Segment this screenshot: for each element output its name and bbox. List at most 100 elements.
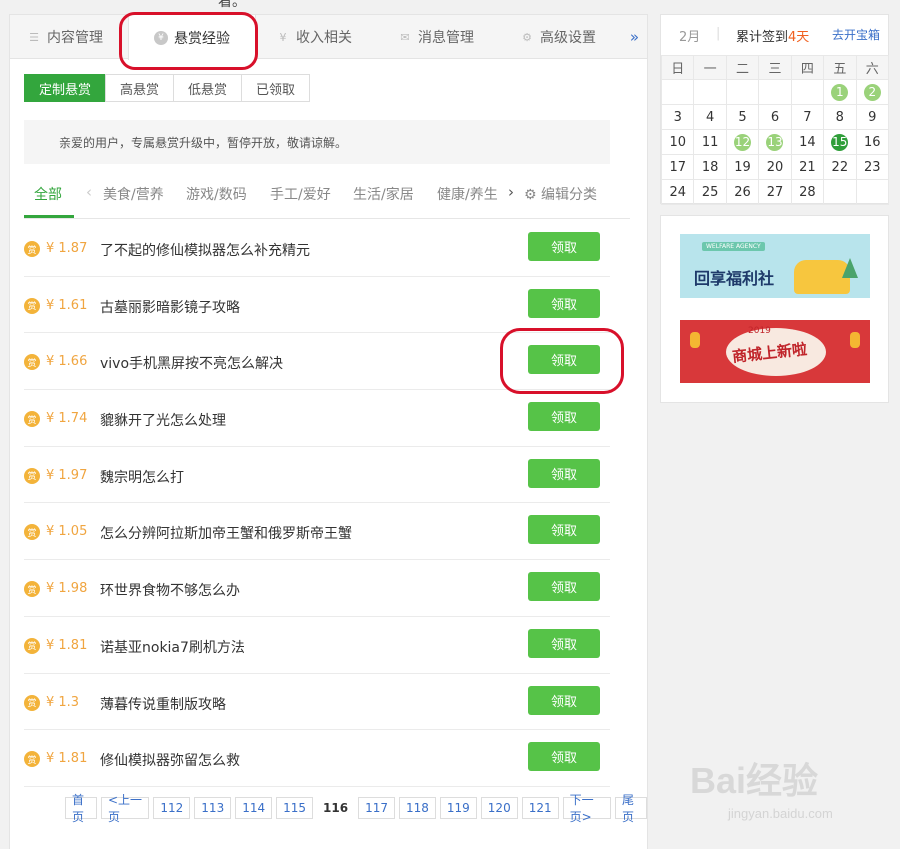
calendar-day: 11 [693, 129, 727, 155]
category-edit[interactable]: ⚙ 编辑分类 [524, 184, 597, 204]
calendar-signed-marker: 13 [766, 133, 784, 151]
category-prev-arrow[interactable]: ‹ [86, 183, 92, 201]
calendar-empty-cell [660, 79, 695, 105]
sign-in-calendar: 2月 | 累计签到4天 去开宝箱 日一二三四五六 1 2 3 4 5 6 7 8 9 10 11 12 1… [660, 14, 890, 205]
list-item: 赏 ¥ 1.05 怎么分辨阿拉斯加帝王蟹和俄罗斯帝王蟹 领取 [24, 503, 610, 561]
page-number[interactable]: 114 [235, 797, 273, 819]
page-number[interactable]: 119 [439, 797, 477, 819]
pagination: 首页 <上一页 112 113 114 115 116 117 118 119 … [65, 793, 647, 824]
question-title[interactable]: 修仙模拟器弥留怎么救 [100, 750, 240, 770]
calendar-day: 17 [660, 154, 695, 180]
claim-button[interactable]: 领取 [528, 402, 600, 432]
calendar-day: 28 [790, 179, 825, 205]
list-item: 赏 ¥ 1.3 薄暮传说重制版攻略 领取 [24, 674, 610, 731]
category-food[interactable]: 美食/营养 [103, 184, 164, 204]
ad-banner-mall[interactable]: 2019 商城上新啦 [680, 320, 870, 383]
tree-icon [842, 258, 858, 278]
calendar-header: 2月 | 累计签到4天 去开宝箱 [661, 15, 888, 52]
question-title[interactable]: 薄暮传说重制版攻略 [100, 694, 226, 714]
question-title[interactable]: 怎么分辨阿拉斯加帝王蟹和俄罗斯帝王蟹 [100, 523, 352, 543]
calendar-day: 1 [823, 79, 857, 105]
tab-income[interactable]: ¥ 收入相关 [276, 15, 353, 59]
calendar-week-row: 24 25 26 27 28 [660, 179, 890, 205]
reward-coin-icon: 赏 [24, 241, 40, 257]
category-home[interactable]: 生活/家居 [353, 184, 414, 204]
list-item: 赏 ¥ 1.97 魏宗明怎么打 领取 [24, 447, 610, 504]
page-number[interactable]: 121 [521, 797, 559, 819]
reward-price: ¥ 1.74 [46, 411, 88, 427]
claim-button[interactable]: 领取 [528, 515, 600, 545]
calendar-weekday: 一 [693, 55, 727, 80]
question-title[interactable]: vivo手机黑屏按不亮怎么解决 [100, 353, 283, 373]
page-last[interactable]: 尾页 [615, 793, 647, 824]
question-title[interactable]: 貔貅开了光怎么处理 [100, 410, 226, 430]
reward-coin-icon: 赏 [24, 581, 40, 598]
tab-content-management[interactable]: ☰ 内容管理 [27, 15, 103, 59]
ad-banner-welfare[interactable]: WELFARE AGENCY 回享福利社 [680, 234, 870, 298]
category-next-arrow[interactable]: › [508, 183, 514, 201]
baidu-watermark-url: jingyan.baidu.com [728, 806, 833, 821]
list-item: 赏 ¥ 1.81 修仙模拟器弥留怎么救 领取 [24, 730, 610, 787]
claim-button[interactable]: 领取 [528, 288, 600, 318]
page-number[interactable]: 112 [153, 797, 191, 819]
page-number[interactable]: 113 [194, 797, 232, 819]
lantern-icon [850, 332, 860, 348]
question-title[interactable]: 了不起的修仙模拟器怎么补充精元 [100, 240, 310, 260]
open-treasure-link[interactable]: 去开宝箱 [832, 26, 880, 43]
question-list: 赏 ¥ 1.87 了不起的修仙模拟器怎么补充精元 领取 赏 ¥ 1.61 古墓丽… [24, 220, 610, 787]
filter-claimed[interactable]: 已领取 [241, 74, 311, 102]
tab-advanced-settings[interactable]: ⚙ 高级设置 [520, 15, 596, 59]
question-title[interactable]: 古墓丽影暗影镜子攻略 [100, 297, 240, 317]
page-prev[interactable]: <上一页 [100, 793, 150, 824]
filter-high-reward[interactable]: 高悬赏 [105, 74, 175, 102]
filter-group: 定制悬赏 高悬赏 低悬赏 已领取 [24, 74, 311, 102]
category-edit-label: 编辑分类 [541, 187, 598, 203]
claim-button[interactable]: 领取 [528, 685, 600, 715]
ad-year: 2019 [748, 326, 771, 336]
tabs-more-button[interactable]: » [630, 28, 639, 46]
calendar-weekday: 三 [758, 55, 792, 80]
reward-price: ¥ 1.61 [46, 297, 88, 313]
claim-button[interactable]: 领取 [528, 628, 600, 658]
claim-button[interactable]: 领取 [528, 742, 600, 772]
reward-coin-icon: 赏 [24, 297, 40, 314]
page-first[interactable]: 首页 [65, 793, 97, 824]
calendar-weekday: 五 [823, 55, 857, 80]
question-title[interactable]: 魏宗明怎么打 [100, 467, 184, 487]
page-number[interactable]: 117 [358, 797, 395, 819]
category-health[interactable]: 健康/养生 [437, 184, 498, 204]
calendar-day: 25 [693, 179, 727, 205]
filter-custom-reward[interactable]: 定制悬赏 [24, 74, 107, 102]
category-crafts[interactable]: 手工/爱好 [270, 184, 331, 204]
calendar-empty-cell [823, 179, 857, 205]
page-number[interactable]: 115 [276, 797, 314, 819]
claim-button[interactable]: 领取 [528, 232, 600, 261]
reward-price: ¥ 1.3 [46, 694, 80, 710]
question-title[interactable]: 环世界食物不够怎么办 [100, 580, 240, 600]
list-icon: ☰ [29, 30, 39, 44]
calendar-day: 26 [725, 179, 760, 205]
tab-label: 高级设置 [540, 30, 596, 46]
notice-banner: 亲爱的用户，专属悬赏升级中，暂停开放，敬请谅解。 [24, 120, 610, 164]
calendar-day: 6 [758, 104, 792, 130]
reward-price: ¥ 1.97 [46, 467, 88, 483]
page-next[interactable]: 下一页> [562, 793, 612, 824]
reward-coin-icon: 赏 [24, 354, 40, 371]
question-title[interactable]: 诺基亚nokia7刷机方法 [100, 637, 245, 657]
calendar-weekday: 四 [790, 55, 825, 80]
calendar-weekday: 二 [725, 55, 760, 80]
page-number[interactable]: 118 [398, 797, 436, 819]
filter-low-reward[interactable]: 低悬赏 [173, 74, 243, 102]
page-number[interactable]: 120 [480, 797, 518, 819]
tab-messages[interactable]: ✉ 消息管理 [398, 15, 474, 59]
tab-bar: ☰ 内容管理 ¥ 悬赏经验 ¥ 收入相关 ✉ 消息管理 ⚙ 高级设置 » [10, 15, 647, 60]
category-all[interactable]: 全部 [34, 184, 62, 204]
calendar-empty-cell [790, 79, 825, 105]
claim-button[interactable]: 领取 [528, 458, 600, 488]
claim-button[interactable]: 领取 [528, 572, 600, 602]
calendar-week-row: 10 11 12 13 14 15 16 [660, 129, 890, 155]
annotation-circle-claim [500, 328, 624, 394]
list-item: 赏 ¥ 1.74 貔貅开了光怎么处理 领取 [24, 390, 610, 447]
category-games[interactable]: 游戏/数码 [186, 184, 247, 204]
list-item: 赏 ¥ 1.98 环世界食物不够怎么办 领取 [24, 560, 610, 617]
